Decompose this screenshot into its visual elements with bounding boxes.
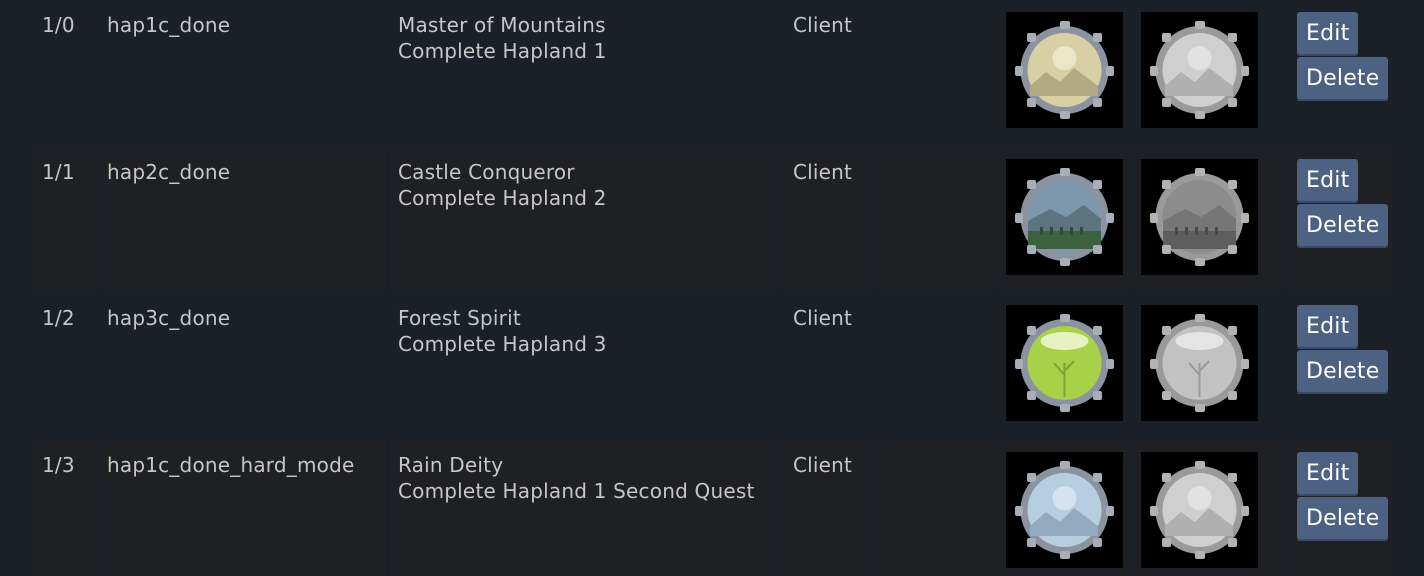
actions-cell: Edit Delete bbox=[1289, 0, 1393, 146]
api-name: hap2c_done bbox=[99, 147, 386, 290]
edit-button[interactable]: Edit bbox=[1297, 159, 1359, 203]
achievement-id: 1/3 bbox=[33, 440, 96, 576]
unachieved-icon-cell bbox=[1134, 293, 1284, 439]
unachieved-icon-cell bbox=[1134, 0, 1284, 146]
edit-button[interactable]: Edit bbox=[1297, 452, 1359, 496]
unachieved-icon-cell bbox=[1134, 440, 1284, 576]
achievement-id: 1/1 bbox=[33, 147, 96, 290]
empty-cell bbox=[881, 293, 995, 439]
set-by: Client bbox=[793, 306, 853, 330]
display-name: Castle Conqueror bbox=[398, 160, 575, 184]
edit-button[interactable]: Edit bbox=[1297, 305, 1359, 349]
castle-achievement-icon bbox=[1006, 159, 1123, 275]
set-by: Client bbox=[793, 13, 853, 37]
forest-achievement-icon bbox=[1006, 305, 1123, 421]
name-description-cell: Master of Mountains Complete Hapland 1 bbox=[390, 0, 780, 146]
api-name: hap1c_done bbox=[107, 13, 231, 37]
table-row: 1/1 hap2c_done Castle Conqueror Complete… bbox=[33, 147, 1393, 290]
name-description-cell: Castle Conqueror Complete Hapland 2 bbox=[390, 147, 780, 290]
empty-cell bbox=[881, 147, 995, 290]
achieved-icon-cell bbox=[999, 293, 1129, 439]
description: Complete Hapland 3 bbox=[398, 332, 607, 356]
delete-button[interactable]: Delete bbox=[1297, 204, 1389, 248]
delete-button[interactable]: Delete bbox=[1297, 497, 1389, 541]
rain-achievement-locked-icon bbox=[1141, 452, 1258, 568]
actions-cell: Edit Delete bbox=[1289, 147, 1393, 290]
table-row: 1/0 hap1c_done Master of Mountains Compl… bbox=[33, 0, 1393, 146]
table-row: 1/3 hap1c_done_hard_mode Rain Deity Comp… bbox=[33, 440, 1393, 576]
display-name: Rain Deity bbox=[398, 453, 504, 477]
edit-button[interactable]: Edit bbox=[1297, 12, 1359, 56]
forest-achievement-locked-icon bbox=[1141, 305, 1258, 421]
api-name: hap3c_done bbox=[107, 306, 231, 330]
description: Complete Hapland 1 bbox=[398, 39, 607, 63]
rain-achievement-icon bbox=[1006, 452, 1123, 568]
mountain-achievement-locked-icon bbox=[1141, 12, 1258, 128]
achieved-icon-cell bbox=[999, 147, 1129, 290]
mountain-achievement-icon bbox=[1006, 12, 1123, 128]
description: Complete Hapland 1 Second Quest bbox=[398, 479, 755, 503]
unachieved-icon-cell bbox=[1134, 147, 1284, 290]
castle-achievement-locked-icon bbox=[1141, 159, 1258, 275]
achievement-id: 1/0 bbox=[42, 13, 75, 37]
name-description-cell: Forest Spirit Complete Hapland 3 bbox=[390, 293, 780, 439]
table-row: 1/2 hap3c_done Forest Spirit Complete Ha… bbox=[33, 293, 1393, 439]
achieved-icon-cell bbox=[999, 0, 1129, 146]
display-name: Master of Mountains bbox=[398, 13, 606, 37]
delete-button[interactable]: Delete bbox=[1297, 350, 1389, 394]
set-by: Client bbox=[784, 440, 876, 576]
description: Complete Hapland 2 bbox=[398, 186, 607, 210]
achieved-icon-cell bbox=[999, 440, 1129, 576]
achievement-id: 1/2 bbox=[42, 306, 75, 330]
actions-cell: Edit Delete bbox=[1289, 293, 1393, 439]
empty-cell bbox=[881, 440, 995, 576]
actions-cell: Edit Delete bbox=[1289, 440, 1393, 576]
empty-cell bbox=[881, 0, 995, 146]
set-by: Client bbox=[784, 147, 876, 290]
delete-button[interactable]: Delete bbox=[1297, 57, 1389, 101]
display-name: Forest Spirit bbox=[398, 306, 521, 330]
api-name: hap1c_done_hard_mode bbox=[99, 440, 386, 576]
name-description-cell: Rain Deity Complete Hapland 1 Second Que… bbox=[390, 440, 780, 576]
